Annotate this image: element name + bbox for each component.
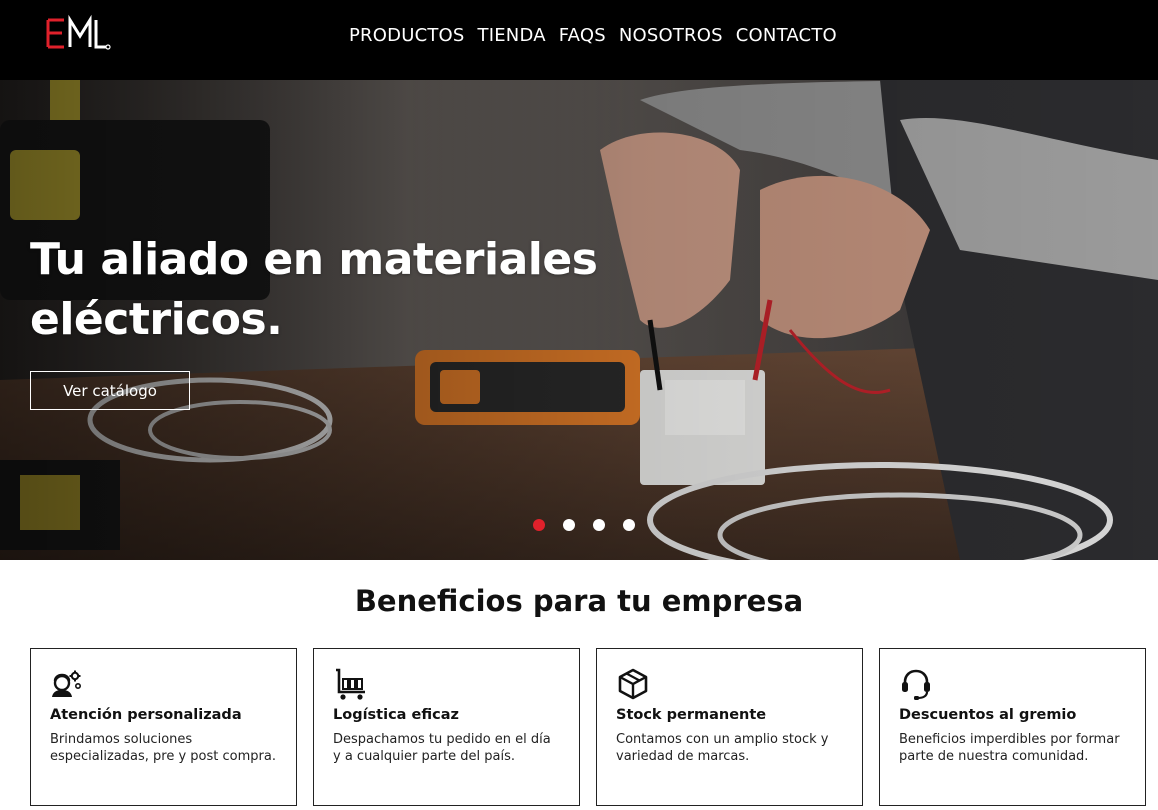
- carousel-dot-2[interactable]: [563, 519, 575, 531]
- nav-nosotros[interactable]: NOSOTROS: [619, 25, 723, 46]
- benefits-cards: Atención personalizada Brindamos solucio…: [30, 648, 1146, 806]
- benefit-text: Despachamos tu pedido en el día y a cual…: [333, 732, 551, 764]
- benefit-title: Atención personalizada: [50, 707, 242, 723]
- headset-icon: [902, 669, 930, 700]
- main-nav: PRODUCTOS TIENDA FAQS NOSOTROS CONTACTO: [349, 25, 837, 46]
- benefit-card-logistics: Logística eficaz Despachamos tu pedido e…: [313, 648, 580, 806]
- benefit-text: Brindamos soluciones especializadas, pre…: [50, 732, 276, 764]
- cart-icon: [336, 668, 365, 700]
- support-gears-icon: [52, 670, 81, 697]
- nav-productos[interactable]: PRODUCTOS: [349, 25, 465, 46]
- benefit-card-discounts: Descuentos al gremio Beneficios imperdib…: [879, 648, 1146, 806]
- carousel-dot-1[interactable]: [533, 519, 545, 531]
- carousel-indicators: [533, 519, 635, 531]
- nav-contacto[interactable]: CONTACTO: [736, 25, 837, 46]
- carousel-dot-4[interactable]: [623, 519, 635, 531]
- nav-tienda[interactable]: TIENDA: [478, 25, 546, 46]
- benefits-title: Beneficios para tu empresa: [354, 584, 804, 618]
- benefit-card-stock: Stock permanente Contamos con un amplio …: [596, 648, 863, 806]
- catalog-button[interactable]: Ver catálogo: [30, 371, 190, 410]
- brand-logo[interactable]: [44, 14, 114, 54]
- box-icon: [618, 668, 648, 700]
- benefit-text: Contamos con un amplio stock y variedad …: [616, 732, 829, 764]
- site-header: PRODUCTOS TIENDA FAQS NOSOTROS CONTACTO: [0, 0, 1158, 80]
- benefit-text: Beneficios imperdibles por formar parte …: [899, 732, 1120, 764]
- hero-title: Tu aliado en materiales eléctricos.: [30, 234, 598, 345]
- hero-carousel: Tu aliado en materiales eléctricos. Ver …: [0, 80, 1158, 560]
- carousel-dot-3[interactable]: [593, 519, 605, 531]
- benefit-title: Stock permanente: [616, 707, 767, 723]
- benefit-title: Logística eficaz: [333, 707, 459, 723]
- benefit-card-attention: Atención personalizada Brindamos solucio…: [30, 648, 297, 806]
- benefit-title: Descuentos al gremio: [899, 707, 1077, 723]
- nav-faqs[interactable]: FAQS: [559, 25, 606, 46]
